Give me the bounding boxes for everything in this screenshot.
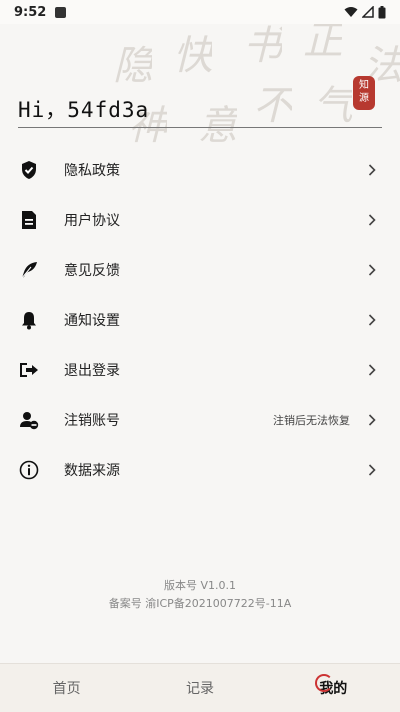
active-tab-indicator-icon [314, 674, 333, 692]
menu-item-privacy-policy[interactable]: 隐私政策 [0, 145, 400, 195]
version-number: 版本号 V1.0.1 [163, 579, 236, 592]
settings-menu: 隐私政策 用户协议 意见反馈 通知设置 退出登录 注销账号 注销后无法恢复 数据… [0, 145, 400, 495]
chevron-right-icon [366, 414, 378, 426]
chevron-right-icon [366, 464, 378, 476]
bell-icon [18, 309, 40, 331]
menu-item-label: 通知设置 [64, 313, 120, 329]
tab-home[interactable]: 首页 [0, 664, 133, 712]
seal-char-2: 源 [359, 93, 369, 104]
bottom-tab-bar: 首页 记录 我的 [0, 663, 400, 712]
menu-item-label: 隐私政策 [64, 163, 120, 179]
tab-label: 记录 [185, 681, 214, 697]
signal-icon [362, 6, 374, 18]
tab-label: 首页 [52, 681, 81, 697]
greeting-divider [18, 127, 382, 128]
user-greeting: Hi，54fd3a [18, 98, 150, 122]
version-info: 版本号 V1.0.1 备案号 渝ICP备2021007722号-11A [0, 577, 400, 613]
info-icon [18, 459, 40, 481]
menu-item-notification-settings[interactable]: 通知设置 [0, 295, 400, 345]
chevron-right-icon [366, 314, 378, 326]
battery-icon [378, 5, 386, 18]
chevron-right-icon [366, 264, 378, 276]
chevron-right-icon [366, 364, 378, 376]
delete-account-hint: 注销后无法恢复 [273, 414, 350, 427]
menu-item-delete-account[interactable]: 注销账号 注销后无法恢复 [0, 395, 400, 445]
chevron-right-icon [366, 214, 378, 226]
menu-item-label: 注销账号 [64, 413, 120, 429]
menu-item-label: 退出登录 [64, 363, 120, 379]
user-remove-icon [18, 409, 40, 431]
notification-icon [55, 6, 67, 18]
menu-item-user-agreement[interactable]: 用户协议 [0, 195, 400, 245]
menu-item-label: 意见反馈 [64, 263, 120, 279]
menu-item-label: 数据来源 [64, 463, 120, 479]
menu-item-data-source[interactable]: 数据来源 [0, 445, 400, 495]
tab-mine[interactable]: 我的 [267, 664, 400, 712]
icp-record: 备案号 渝ICP备2021007722号-11A [108, 597, 292, 610]
status-bar: 9:52 [0, 0, 400, 24]
status-icons [344, 5, 386, 19]
feather-icon [18, 259, 40, 281]
seal-char-1: 知 [359, 80, 369, 91]
menu-item-feedback[interactable]: 意见反馈 [0, 245, 400, 295]
logout-icon [18, 359, 40, 381]
menu-item-logout[interactable]: 退出登录 [0, 345, 400, 395]
wifi-icon [344, 7, 358, 17]
document-icon [18, 209, 40, 231]
shield-check-icon [18, 159, 40, 181]
menu-item-label: 用户协议 [64, 213, 120, 229]
status-time: 9:52 [14, 4, 47, 20]
seal-logo: 知 源 [353, 76, 375, 110]
chevron-right-icon [366, 164, 378, 176]
tab-records[interactable]: 记录 [133, 664, 266, 712]
